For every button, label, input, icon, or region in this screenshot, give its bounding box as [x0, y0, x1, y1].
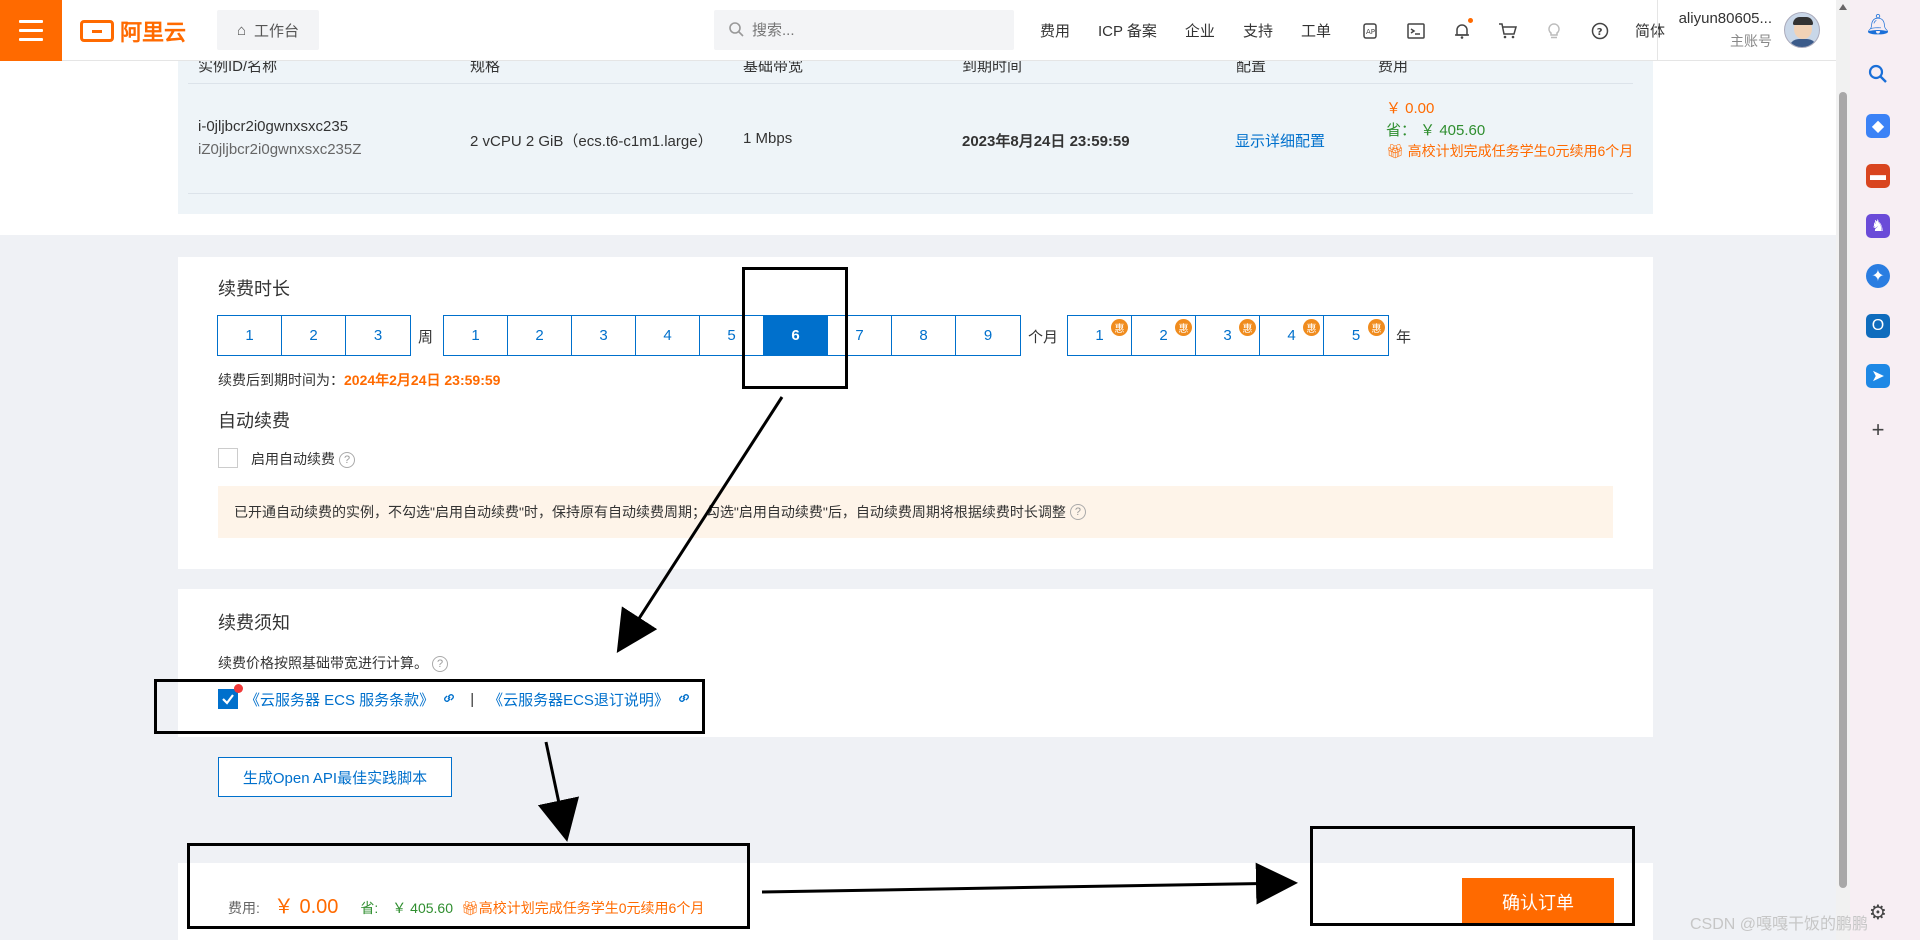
- aliyun-logo[interactable]: 阿里云: [80, 16, 186, 46]
- games-sidebar-icon[interactable]: ♞: [1866, 214, 1890, 238]
- hamburger-menu-button[interactable]: [0, 0, 62, 61]
- copilot-sidebar-icon[interactable]: ✦: [1866, 264, 1890, 288]
- cart-icon[interactable]: [1497, 20, 1519, 42]
- annotation-arrows: [537, 396, 1298, 905]
- tag-sidebar-icon[interactable]: ◆: [1866, 114, 1890, 138]
- svg-text:?: ?: [1597, 27, 1603, 38]
- search-input[interactable]: [752, 21, 992, 39]
- language-switch[interactable]: 简体: [1635, 20, 1665, 41]
- arrow-1: [616, 396, 784, 654]
- settings-sidebar-icon[interactable]: ⚙: [1866, 900, 1890, 924]
- navbar-divider: [1657, 0, 1658, 61]
- search-icon: [728, 21, 744, 40]
- bell-icon[interactable]: [1451, 17, 1473, 42]
- nav-icp[interactable]: ICP 备案: [1098, 20, 1157, 41]
- nav-ticket[interactable]: 工单: [1301, 20, 1331, 41]
- user-menu[interactable]: aliyun80605... 主账号: [1672, 10, 1772, 51]
- scroll-up-arrow-icon[interactable]: [1839, 4, 1847, 10]
- help-icon[interactable]: ?: [1589, 20, 1611, 42]
- lightbulb-icon[interactable]: [1543, 20, 1565, 42]
- user-account-type: 主账号: [1730, 33, 1772, 49]
- nav-enterprise[interactable]: 企业: [1185, 20, 1215, 41]
- watermark: CSDN @嘎嘎干饭的鹏鹏: [1690, 916, 1869, 933]
- workbench-label: 工作台: [254, 22, 300, 40]
- svg-text:AP: AP: [1366, 28, 1375, 36]
- toolbox-sidebar-icon[interactable]: ▬: [1866, 164, 1890, 188]
- bell-sidebar-icon[interactable]: 🔔︎: [1865, 12, 1890, 36]
- notification-dot: [1467, 17, 1473, 23]
- logo-mark-icon: [80, 20, 114, 42]
- nav-support[interactable]: 支持: [1243, 20, 1273, 41]
- page-scrollbar[interactable]: [1836, 0, 1850, 940]
- arrow-2: [537, 741, 580, 842]
- send-sidebar-icon[interactable]: ➤: [1866, 364, 1890, 388]
- logo-text: 阿里云: [120, 20, 187, 45]
- arrow-3: [761, 862, 1298, 905]
- search-box[interactable]: [714, 10, 1014, 50]
- user-name: aliyun80605...: [1678, 10, 1772, 27]
- top-nav: 费用 ICP 备案 企业 支持 工单 AP ? 简体: [1040, 0, 1693, 61]
- home-icon: ⌂: [236, 21, 247, 39]
- terminal-icon[interactable]: [1405, 20, 1427, 42]
- api-icon[interactable]: AP: [1359, 20, 1381, 42]
- add-sidebar-icon[interactable]: +: [1866, 417, 1890, 442]
- outlook-sidebar-icon[interactable]: O: [1866, 314, 1890, 338]
- avatar[interactable]: [1784, 12, 1820, 48]
- workbench-button[interactable]: ⌂ 工作台: [217, 10, 319, 50]
- scroll-thumb[interactable]: [1839, 92, 1847, 888]
- top-navbar: 阿里云 ⌂ 工作台 费用 ICP 备案 企业 支持 工单 AP: [0, 0, 1836, 61]
- search-sidebar-icon[interactable]: [1866, 62, 1890, 86]
- nav-billing[interactable]: 费用: [1040, 20, 1070, 41]
